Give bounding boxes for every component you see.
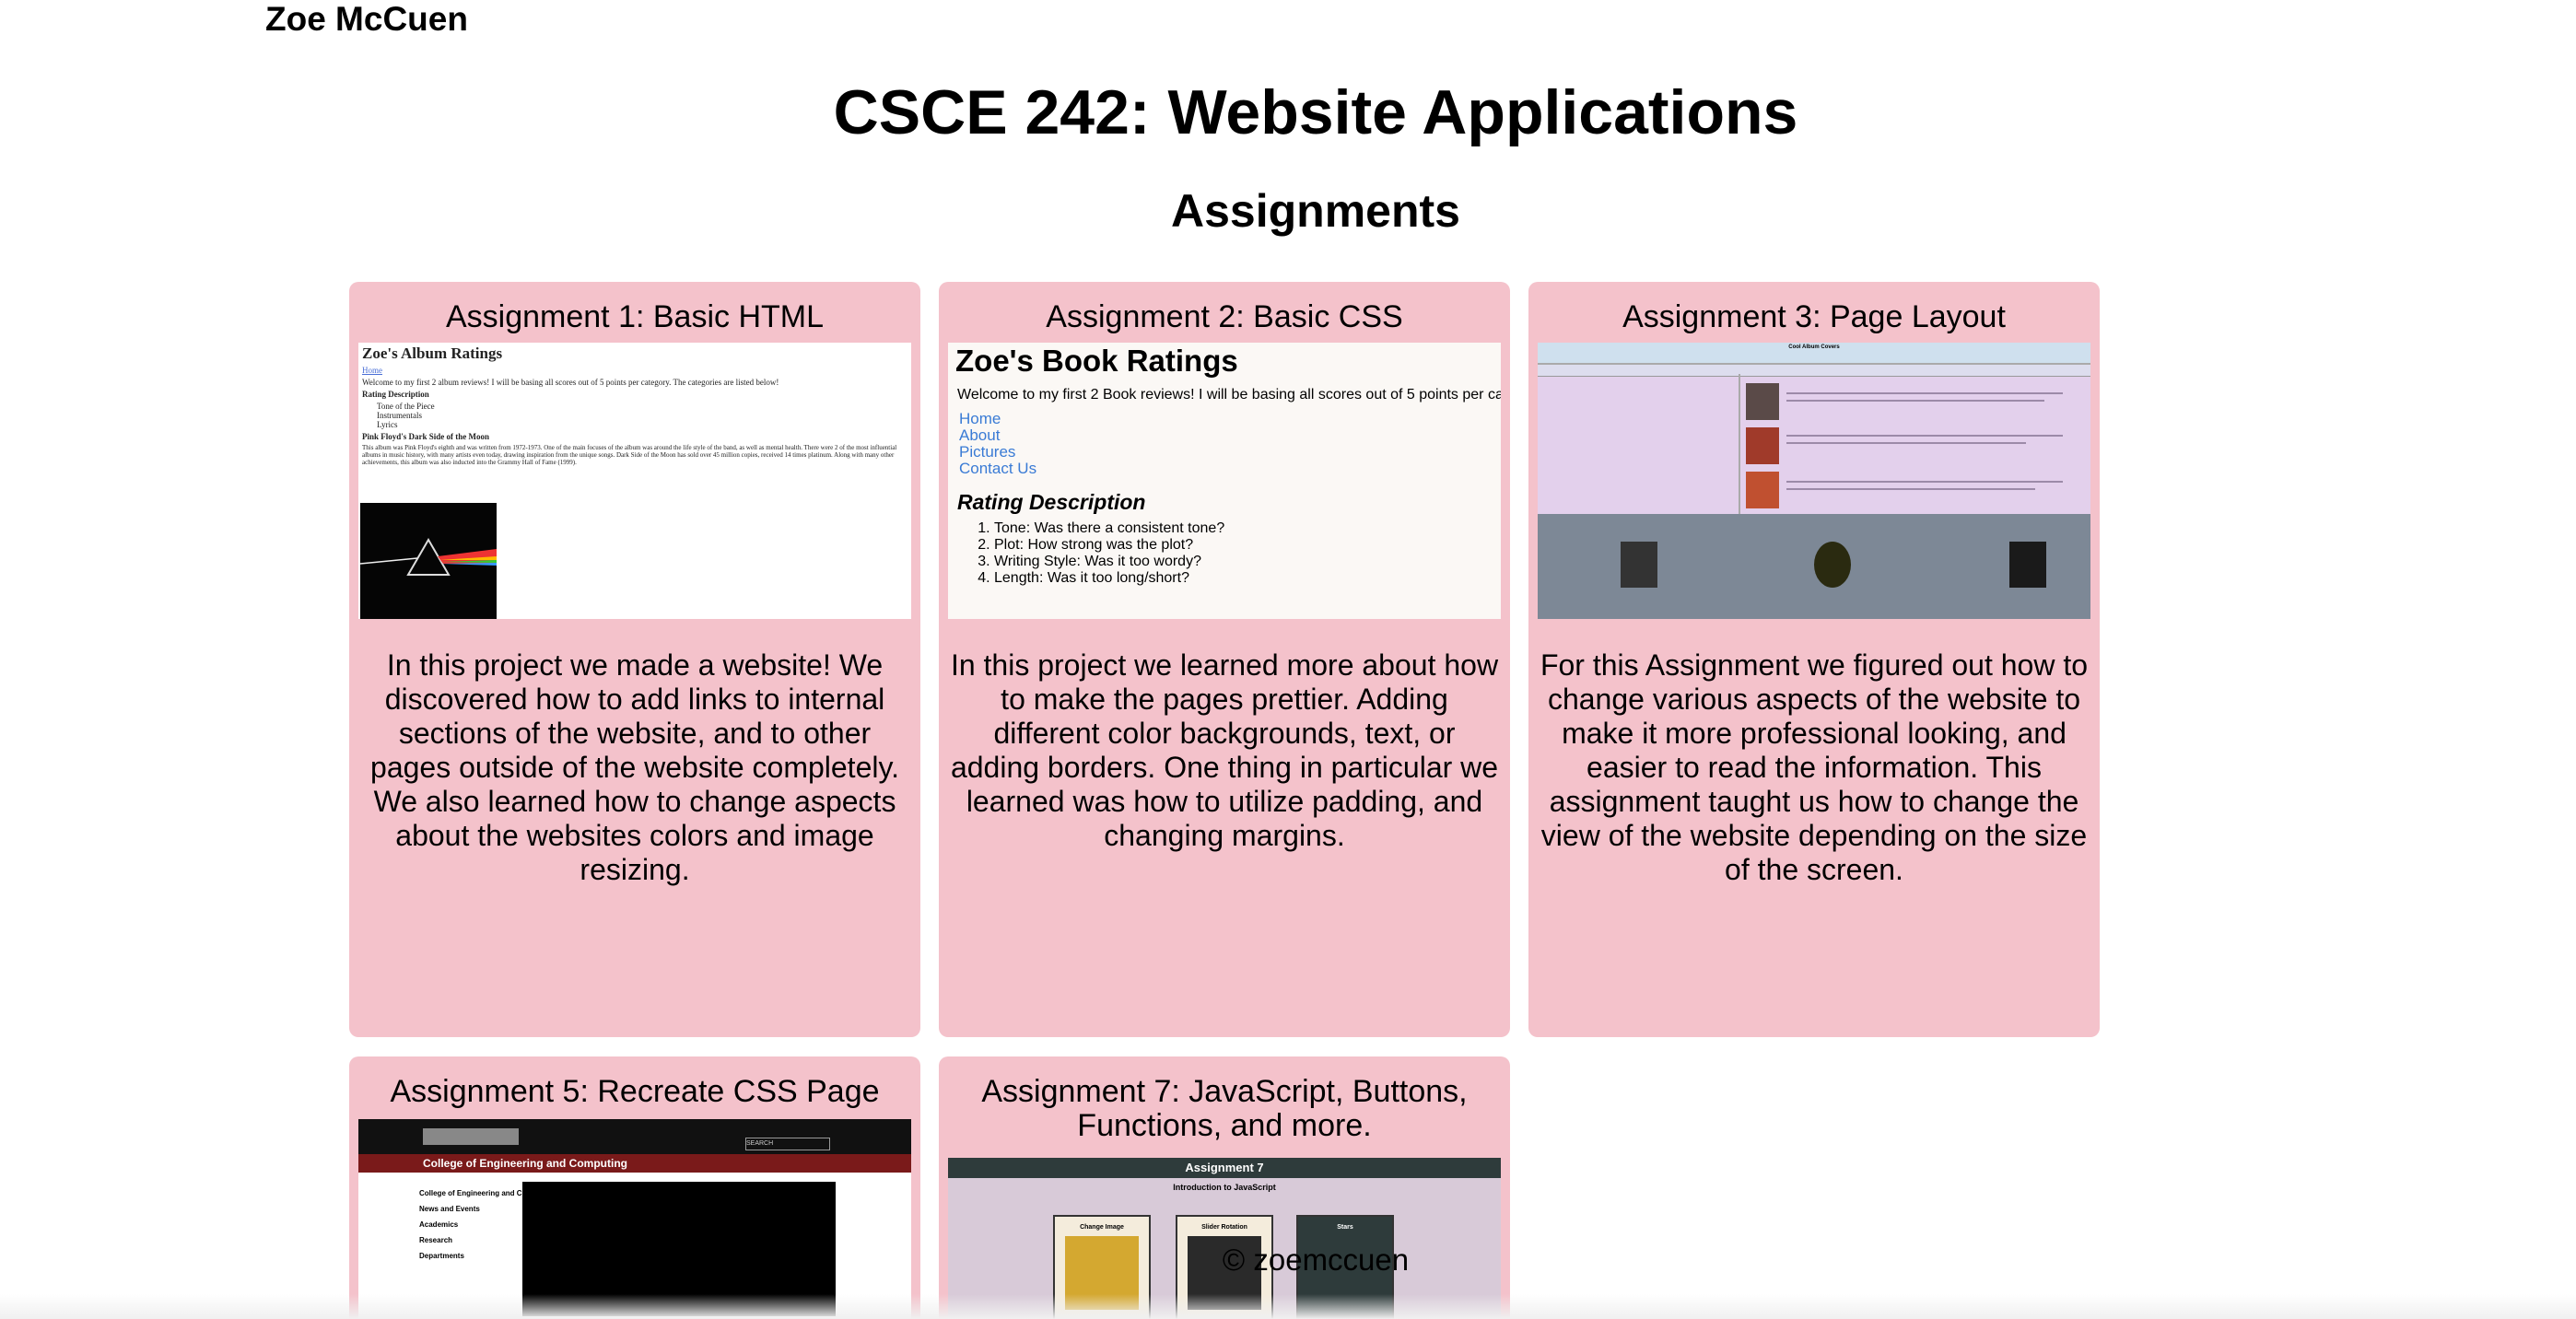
assignment-3-thumbnail[interactable]: Cool Album Covers (1538, 343, 2090, 619)
assignment-2-thumbnail[interactable]: Zoe's Book Ratings Welcome to my first 2… (948, 343, 1501, 619)
thumb-text-lines (1786, 481, 2063, 483)
thumb-top-bar: SEARCH (358, 1119, 911, 1154)
thumb-album-text: This album was Pink Floyd's eighth and w… (362, 444, 897, 466)
thumb-cover (2009, 542, 2046, 588)
thumb-subheading: Introduction to JavaScript (1173, 1183, 1276, 1192)
card-title: Assignment 5: Recreate CSS Page (390, 1074, 880, 1109)
assignment-5-thumbnail[interactable]: SEARCH College of Engineering and Comput… (358, 1119, 911, 1319)
assignment-card-3[interactable]: Assignment 3: Page Layout Cool Album Cov… (1528, 282, 2100, 1037)
thumb-nav-home: Home (959, 410, 1001, 427)
thumb-box-label: Change Image (1080, 1224, 1124, 1231)
thumb-text-lines (1786, 435, 2063, 437)
author-name: Zoe McCuen (265, 0, 468, 38)
thumb-list-item: Tone of the Piece (377, 402, 435, 411)
thumb-image (1746, 427, 1779, 464)
thumb-image (1746, 383, 1779, 420)
card-title: Assignment 2: Basic CSS (1046, 299, 1403, 334)
thumb-list-item: Plot: How strong was the plot? (994, 537, 1501, 554)
thumb-text-lines (1786, 400, 2044, 402)
thumb-intro: Welcome to my first 2 album reviews! I w… (362, 378, 779, 387)
thumb-nav-pictures: Pictures (959, 443, 1016, 461)
card-description: For this Assignment we figured out how t… (1540, 648, 2089, 886)
thumb-album-heading: Pink Floyd's Dark Side of the Moon (362, 432, 490, 441)
thumb-image (1746, 472, 1779, 508)
thumb-text-lines (1786, 442, 2026, 444)
thumb-subheading: Rating Description (957, 490, 1146, 514)
thumb-nav: Home About Pictures Contact Us (948, 411, 1501, 477)
card-title: Assignment 1: Basic HTML (445, 299, 825, 334)
assignment-card-5[interactable]: Assignment 5: Recreate CSS Page SEARCH C… (349, 1056, 920, 1319)
thumb-band: College of Engineering and Computing (358, 1154, 911, 1173)
thumb-list: Tone: Was there a consistent tone? Plot:… (948, 520, 1501, 587)
thumb-cover (1814, 542, 1851, 588)
thumb-heading: Assignment 7 (948, 1158, 1501, 1178)
thumb-sidebar (1538, 374, 1740, 514)
thumb-subheading: Rating Description (362, 390, 429, 399)
section-title: Assignments (1171, 185, 1460, 237)
thumb-text-lines (1786, 488, 2035, 490)
album-cover-image (359, 503, 497, 619)
card-description: In this project we made a website! We di… (370, 648, 899, 886)
thumb-list-item: Lyrics (377, 420, 398, 429)
thumb-heading: Zoe's Book Ratings (955, 344, 1238, 378)
thumb-list-item: Writing Style: Was it too wordy? (994, 554, 1501, 570)
assignment-card-1[interactable]: Assignment 1: Basic HTML Zoe's Album Rat… (349, 282, 920, 1037)
thumb-list-item: Instrumentals (377, 411, 422, 420)
page-title: CSCE 242: Website Applications (833, 77, 1798, 147)
card-title: Assignment 7: JavaScript, Buttons, Funct… (981, 1074, 1468, 1143)
thumb-header-bar: Cool Album Covers (1538, 343, 2090, 365)
bottom-edge (0, 1294, 2576, 1319)
thumb-logo (423, 1128, 519, 1145)
thumb-list-item: Length: Was it too long/short? (994, 570, 1501, 587)
thumb-search: SEARCH (745, 1138, 830, 1150)
thumb-cover (1621, 542, 1657, 588)
thumb-nav-contact: Contact Us (959, 460, 1037, 477)
thumb-list: Tone of the Piece Instrumentals Lyrics (362, 402, 907, 429)
thumb-heading: Zoe's Album Ratings (362, 344, 503, 362)
thumb-nav-about: About (959, 426, 1001, 444)
copyright-footer: © zoemccuen (1222, 1243, 1410, 1277)
assignment-1-thumbnail[interactable]: Zoe's Album Ratings Home Welcome to my f… (358, 343, 911, 619)
assignment-card-7[interactable]: Assignment 7: JavaScript, Buttons, Funct… (939, 1056, 1510, 1319)
assignment-card-2[interactable]: Assignment 2: Basic CSS Zoe's Book Ratin… (939, 282, 1510, 1037)
thumb-home-link: Home (362, 366, 382, 375)
thumb-box-label: Slider Rotation (1201, 1224, 1247, 1231)
thumb-footer (1538, 514, 2090, 619)
thumb-box-label: Stars (1337, 1224, 1353, 1231)
thumb-list-item: Tone: Was there a consistent tone? (994, 520, 1501, 537)
thumb-text-lines (1786, 392, 2063, 394)
thumb-intro: Welcome to my first 2 Book reviews! I wi… (957, 387, 1501, 403)
card-title: Assignment 3: Page Layout (1622, 299, 2006, 334)
card-description: In this project we learned more about ho… (950, 648, 1499, 852)
thumb-heading: Cool Album Covers (1788, 344, 1840, 350)
